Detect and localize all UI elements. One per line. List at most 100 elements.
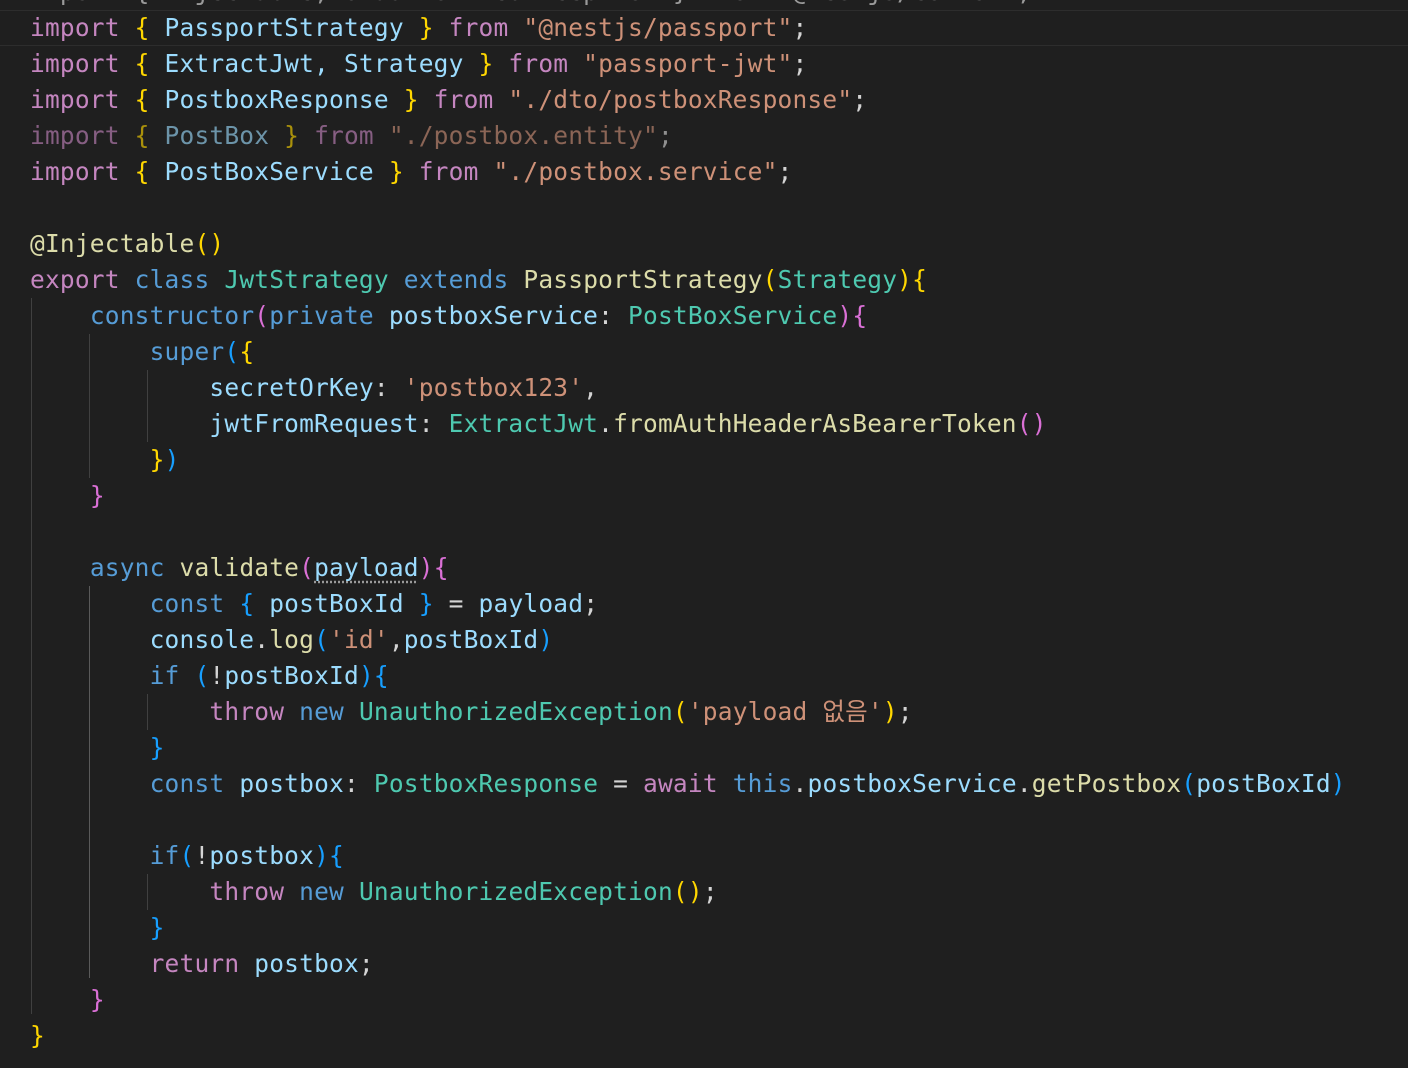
code-token: if — [149, 841, 180, 870]
code-token: return — [149, 949, 240, 978]
code-token: ( — [224, 337, 240, 366]
code-token: const — [149, 589, 225, 618]
code-token: PostBoxService — [628, 301, 838, 330]
code-token: { — [239, 337, 255, 366]
code-line[interactable]: } — [30, 730, 165, 766]
code-token: ; — [897, 697, 913, 726]
code-token: PostBoxService — [149, 157, 389, 186]
code-token: PostboxResponse — [149, 85, 404, 114]
code-token: ) — [897, 265, 913, 294]
code-token: import — [30, 121, 120, 150]
code-line[interactable]: } — [30, 982, 105, 1018]
code-line[interactable]: } — [30, 1018, 45, 1054]
code-line[interactable]: secretOrKey: 'postbox123', — [30, 370, 598, 406]
code-token: { — [852, 301, 868, 330]
code-token: JwtStrategy — [224, 265, 389, 294]
code-token: : — [343, 769, 374, 798]
code-token: ; — [792, 49, 808, 78]
code-token: } — [149, 733, 165, 762]
code-token: : — [598, 301, 629, 330]
code-token: : — [373, 373, 404, 402]
code-token: () — [1016, 409, 1047, 438]
code-token: postBoxId — [1196, 769, 1331, 798]
code-line[interactable]: export class JwtStrategy extends Passpor… — [30, 262, 927, 298]
code-line-partial[interactable]: import { Injectable, UnauthorizedExcepti… — [0, 0, 1032, 10]
code-token: PostboxResponse — [373, 769, 599, 798]
code-token: "@nestjs/passport" — [523, 13, 793, 42]
code-token: jwtFromRequest — [209, 409, 419, 438]
code-line[interactable]: import { PostBox } from "./postbox.entit… — [30, 118, 673, 154]
code-line[interactable]: } — [30, 910, 165, 946]
code-token: { — [912, 265, 928, 294]
code-token: import — [30, 85, 120, 114]
code-line[interactable]: async validate(payload){ — [30, 550, 449, 586]
code-line[interactable]: console.log('id',postBoxId) — [30, 622, 554, 658]
code-line[interactable]: import { PostBoxService } from "./postbo… — [30, 154, 793, 190]
code-token: } — [418, 589, 434, 618]
code-token: ) — [358, 661, 374, 690]
code-token: } — [30, 1021, 45, 1050]
code-line[interactable]: }) — [30, 442, 180, 478]
code-token: extends — [403, 265, 509, 294]
code-token: UnauthorizedException — [358, 877, 673, 906]
code-editor[interactable]: import { Injectable, UnauthorizedExcepti… — [0, 0, 1408, 1068]
code-line[interactable]: import { ExtractJwt, Strategy } from "pa… — [30, 46, 807, 82]
code-line[interactable]: if (!postBoxId){ — [30, 658, 389, 694]
code-token: } — [418, 13, 434, 42]
code-token: } — [403, 85, 419, 114]
code-line[interactable]: constructor(private postboxService: Post… — [30, 298, 867, 334]
code-line[interactable]: import { PassportStrategy } from "@nestj… — [30, 10, 807, 46]
code-token: new — [299, 697, 344, 726]
code-token: { — [239, 589, 255, 618]
code-line[interactable]: throw new UnauthorizedException('payload… — [30, 694, 913, 730]
code-token: . — [1016, 769, 1032, 798]
code-line[interactable]: const { postBoxId } = payload; — [30, 586, 598, 622]
code-token: , — [388, 625, 404, 654]
code-token: ! — [194, 841, 210, 870]
code-token: import — [30, 157, 120, 186]
code-line[interactable]: const postbox: PostboxResponse = await t… — [30, 766, 1346, 802]
code-line[interactable]: throw new UnauthorizedException(); — [30, 874, 718, 910]
code-token: } — [284, 121, 300, 150]
code-line[interactable]: @Injectable() — [30, 226, 224, 262]
code-token: : — [418, 409, 449, 438]
code-token: { — [134, 13, 150, 42]
code-token: new — [299, 877, 344, 906]
code-token: "./postbox.service" — [493, 157, 778, 186]
code-token: { — [134, 121, 150, 150]
code-token: { — [373, 661, 389, 690]
code-line[interactable]: return postbox; — [30, 946, 374, 982]
code-token: ; — [792, 13, 808, 42]
code-line[interactable]: super({ — [30, 334, 254, 370]
code-line[interactable]: jwtFromRequest: ExtractJwt.fromAuthHeade… — [30, 406, 1047, 442]
code-token: { — [134, 49, 150, 78]
code-token: { — [134, 157, 150, 186]
code-token: log — [269, 625, 315, 654]
code-token: validate — [179, 553, 300, 582]
code-token: } — [388, 157, 404, 186]
code-line[interactable]: import { PostboxResponse } from "./dto/p… — [30, 82, 867, 118]
code-token: PassportStrategy — [523, 265, 763, 294]
code-token: } — [89, 481, 105, 510]
code-line[interactable]: if(!postbox){ — [30, 838, 344, 874]
code-token: this — [732, 769, 793, 798]
code-line[interactable]: } — [30, 478, 105, 514]
